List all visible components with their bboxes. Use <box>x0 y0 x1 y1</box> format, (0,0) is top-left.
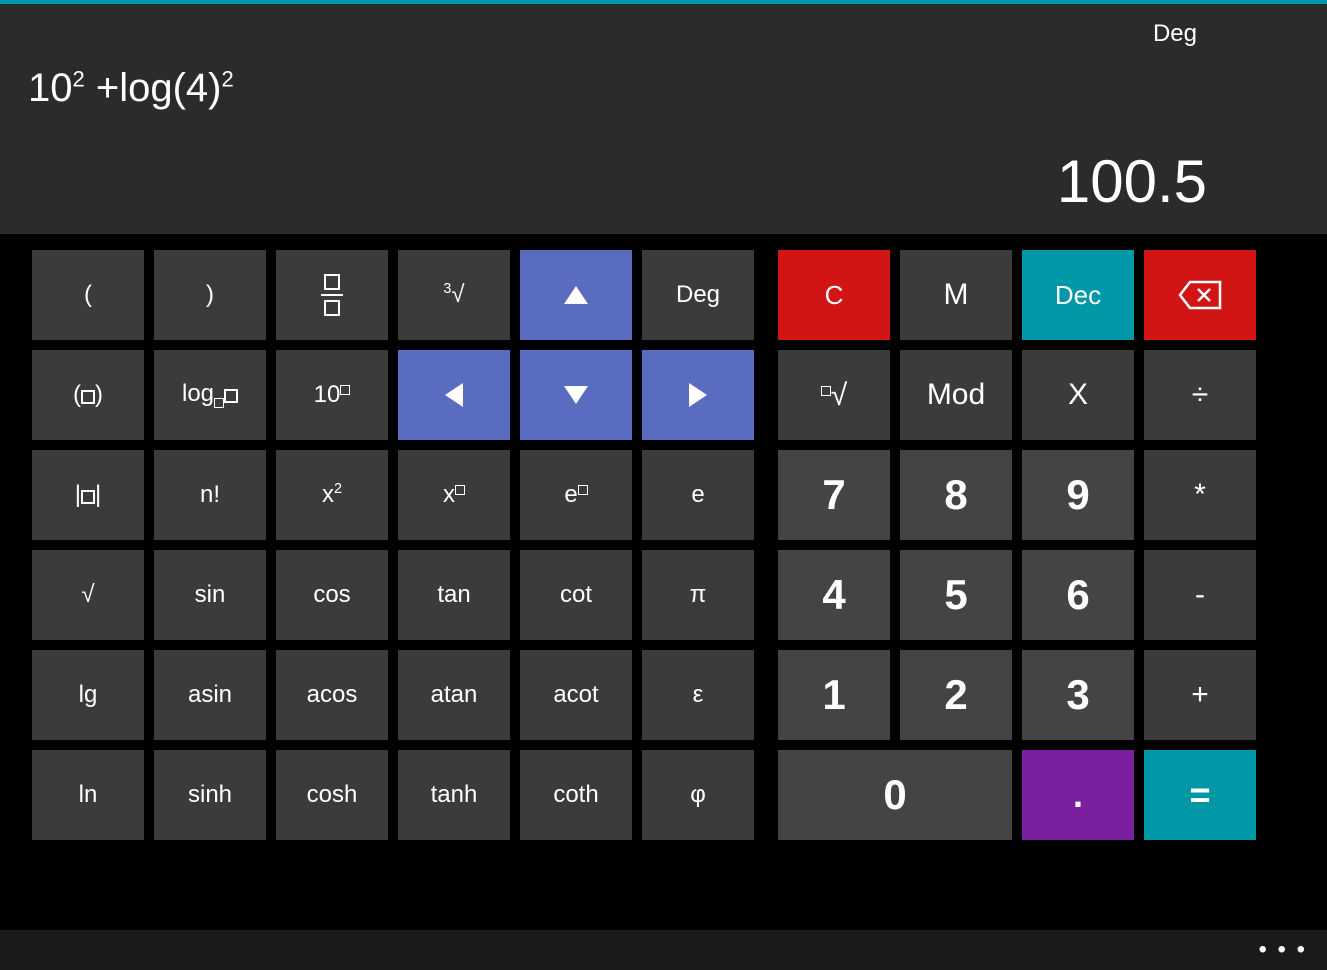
calculator-app: Deg 102 +log(4)2 100.5 ( ) 3√ Deg () log… <box>0 0 1327 970</box>
asin-button[interactable]: asin <box>154 650 266 740</box>
arrow-down-button[interactable] <box>520 350 632 440</box>
digit-7-button[interactable]: 7 <box>778 450 890 540</box>
digit-6-button[interactable]: 6 <box>1022 550 1134 640</box>
phi-button[interactable]: φ <box>642 750 754 840</box>
fraction-button[interactable] <box>276 250 388 340</box>
display-panel: Deg 102 +log(4)2 100.5 <box>0 4 1327 234</box>
expression-display: 102 +log(4)2 <box>28 66 234 111</box>
lg-button[interactable]: lg <box>32 650 144 740</box>
x-power-button[interactable]: x <box>398 450 510 540</box>
digit-3-button[interactable]: 3 <box>1022 650 1134 740</box>
backspace-button[interactable] <box>1144 250 1256 340</box>
mod-button[interactable]: Mod <box>900 350 1012 440</box>
tan-button[interactable]: tan <box>398 550 510 640</box>
sin-button[interactable]: sin <box>154 550 266 640</box>
sqrt-button[interactable]: √ <box>32 550 144 640</box>
log-base-button[interactable]: log <box>154 350 266 440</box>
decimal-point-button[interactable]: . <box>1022 750 1134 840</box>
sinh-button[interactable]: sinh <box>154 750 266 840</box>
cot-button[interactable]: cot <box>520 550 632 640</box>
more-button[interactable]: • • • <box>1258 936 1307 964</box>
close-paren-button[interactable]: ) <box>154 250 266 340</box>
e-constant-button[interactable]: e <box>642 450 754 540</box>
epsilon-button[interactable]: ε <box>642 650 754 740</box>
arrow-up-button[interactable] <box>520 250 632 340</box>
memory-button[interactable]: M <box>900 250 1012 340</box>
acot-button[interactable]: acot <box>520 650 632 740</box>
arrow-right-button[interactable] <box>642 350 754 440</box>
nth-root-button[interactable]: √ <box>778 350 890 440</box>
dec-mode-button[interactable]: Dec <box>1022 250 1134 340</box>
digit-4-button[interactable]: 4 <box>778 550 890 640</box>
arrow-down-icon <box>564 386 588 404</box>
digit-0-button[interactable]: 0 <box>778 750 1012 840</box>
acos-button[interactable]: acos <box>276 650 388 740</box>
more-icon: • • • <box>1258 936 1307 963</box>
ten-power-button[interactable]: 10 <box>276 350 388 440</box>
function-keys: ( ) 3√ Deg () log 10 || n! x2 x e e <box>32 250 754 840</box>
cosh-button[interactable]: cosh <box>276 750 388 840</box>
deg-button[interactable]: Deg <box>642 250 754 340</box>
app-bar: • • • <box>0 930 1327 970</box>
coth-button[interactable]: coth <box>520 750 632 840</box>
arrow-up-icon <box>564 286 588 304</box>
result-display: 100.5 <box>1057 147 1207 216</box>
paren-placeholder-button[interactable]: () <box>32 350 144 440</box>
plus-button[interactable]: + <box>1144 650 1256 740</box>
keypad: ( ) 3√ Deg () log 10 || n! x2 x e e <box>0 234 1327 840</box>
equals-button[interactable]: = <box>1144 750 1256 840</box>
multiply-button[interactable]: * <box>1144 450 1256 540</box>
open-paren-button[interactable]: ( <box>32 250 144 340</box>
digit-9-button[interactable]: 9 <box>1022 450 1134 540</box>
x-squared-button[interactable]: x2 <box>276 450 388 540</box>
divide-button[interactable]: ÷ <box>1144 350 1256 440</box>
tanh-button[interactable]: tanh <box>398 750 510 840</box>
clear-button[interactable]: C <box>778 250 890 340</box>
digit-5-button[interactable]: 5 <box>900 550 1012 640</box>
arrow-right-icon <box>689 383 707 407</box>
e-power-button[interactable]: e <box>520 450 632 540</box>
cube-root-button[interactable]: 3√ <box>398 250 510 340</box>
numeric-keys: C M Dec √ Mod X ÷ 7 8 9 * 4 5 6 - <box>778 250 1256 840</box>
digit-1-button[interactable]: 1 <box>778 650 890 740</box>
pi-button[interactable]: π <box>642 550 754 640</box>
digit-2-button[interactable]: 2 <box>900 650 1012 740</box>
arrow-left-button[interactable] <box>398 350 510 440</box>
arrow-left-icon <box>445 383 463 407</box>
digit-8-button[interactable]: 8 <box>900 450 1012 540</box>
abs-button[interactable]: || <box>32 450 144 540</box>
ln-button[interactable]: ln <box>32 750 144 840</box>
cos-button[interactable]: cos <box>276 550 388 640</box>
fraction-icon <box>321 274 343 316</box>
x-var-button[interactable]: X <box>1022 350 1134 440</box>
minus-button[interactable]: - <box>1144 550 1256 640</box>
atan-button[interactable]: atan <box>398 650 510 740</box>
backspace-icon <box>1178 280 1222 310</box>
angle-mode-label: Deg <box>1153 20 1197 48</box>
factorial-button[interactable]: n! <box>154 450 266 540</box>
